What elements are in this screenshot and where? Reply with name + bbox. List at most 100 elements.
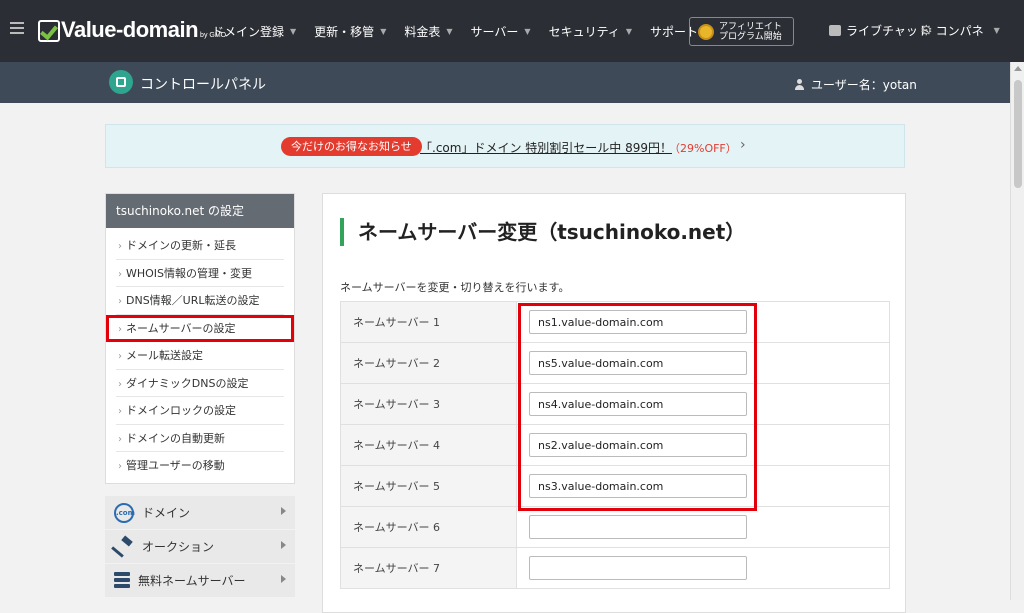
nameserver-4-input[interactable]	[529, 433, 747, 457]
sidebar-item-label: メール転送設定	[126, 349, 203, 362]
affiliate-line1: アフィリエイト	[719, 21, 782, 32]
nav-server[interactable]: サーバー ▼	[471, 23, 531, 40]
chevron-right-icon: ›	[118, 323, 122, 335]
chevron-right-icon[interactable]: ›	[740, 137, 746, 153]
nav-renew-transfer[interactable]: 更新・移管 ▼	[314, 23, 386, 40]
sidebar-item-label: ネームサーバーの設定	[126, 321, 236, 335]
nameserver-label: ネームサーバー 5	[340, 465, 517, 507]
top-nav: Value-domain by GMO ドメイン登録 ▼ 更新・移管 ▼ 料金表 ▼ …	[0, 0, 1024, 62]
live-chat-label: ライブチャット	[846, 24, 930, 38]
category-auction[interactable]: オークション	[105, 530, 295, 563]
table-row: ネームサーバー 2	[340, 342, 890, 384]
nameserver-label: ネームサーバー 1	[340, 301, 517, 343]
nameserver-label: ネームサーバー 7	[340, 547, 517, 589]
hamburger-menu-icon[interactable]	[10, 22, 24, 34]
nameserver-table: ネームサーバー 1 ネームサーバー 2 ネームサーバー 3 ネームサーバー 4 …	[340, 301, 890, 589]
nameserver-cell	[516, 383, 890, 425]
main-nav: ドメイン登録▼ 更新・移管▼ 料金表▼ サーバー▼ セキュリティ▼ サポート▼	[212, 0, 728, 62]
affiliate-button[interactable]: アフィリエイト プログラム開始	[689, 17, 794, 46]
chevron-right-icon: ›	[118, 268, 122, 280]
category-domain[interactable]: .com ドメイン	[105, 496, 295, 529]
sidebar-item-domain-lock[interactable]: › ドメインロックの設定	[116, 397, 284, 425]
sidebar-item-auto-renew[interactable]: › ドメインの自動更新	[116, 425, 284, 452]
caret-down-icon: ▼	[993, 26, 1000, 35]
live-chat-link[interactable]: ライブチャット	[829, 22, 930, 39]
control-panel-label: コンパネ	[935, 24, 984, 38]
table-row: ネームサーバー 6	[340, 506, 890, 548]
logo[interactable]: Value-domain by GMO	[38, 16, 226, 42]
page-scrollbar[interactable]	[1010, 62, 1024, 600]
scrollbar-thumb[interactable]	[1014, 80, 1022, 188]
user-icon	[794, 79, 805, 90]
nameserver-3-input[interactable]	[529, 392, 747, 416]
chat-icon	[829, 25, 841, 36]
sidebar-item-label: ダイナミックDNSの設定	[126, 376, 249, 390]
sidebar-item-label: DNS情報／URL転送の設定	[126, 294, 260, 307]
affiliate-line2: プログラム開始	[719, 31, 782, 42]
nameserver-label: ネームサーバー 4	[340, 424, 517, 466]
nav-label: サーバー	[470, 24, 519, 39]
chevron-right-icon: ›	[118, 241, 122, 252]
notice-banner: 今だけのお得なお知らせ 「.com」ドメイン 特別割引セール中 899円！ （2…	[105, 124, 905, 168]
nameserver-6-input[interactable]	[529, 515, 747, 539]
user-info: ユーザー名：yotan	[794, 76, 917, 93]
nameserver-cell	[516, 465, 890, 507]
nameserver-label: ネームサーバー 3	[340, 383, 517, 425]
sidebar-item-dns[interactable]: › DNS情報／URL転送の設定	[116, 287, 284, 315]
nameserver-cell	[516, 301, 890, 343]
table-row: ネームサーバー 3	[340, 383, 890, 425]
coin-icon	[698, 23, 714, 40]
control-panel-menu[interactable]: ⚙ コンパネ ▼	[920, 22, 1000, 39]
caret-down-icon: ▼	[380, 26, 387, 36]
scroll-up-arrow-icon[interactable]	[1014, 66, 1022, 71]
category-menu: .com ドメイン オークション 無料ネームサーバー	[105, 496, 295, 600]
nameserver-2-input[interactable]	[529, 351, 747, 375]
caret-down-icon: ▼	[524, 26, 531, 36]
nav-security[interactable]: セキュリティ ▼	[549, 23, 632, 40]
nameserver-cell	[516, 424, 890, 466]
nameserver-5-input[interactable]	[529, 474, 747, 498]
sidebar-item-renew[interactable]: › ドメインの更新・延長	[116, 232, 284, 260]
category-label: ドメイン	[142, 506, 191, 520]
table-row: ネームサーバー 1	[340, 301, 890, 343]
table-row: ネームサーバー 7	[340, 547, 890, 589]
affiliate-label: アフィリエイト プログラム開始	[719, 22, 782, 42]
page-title: ネームサーバー変更（tsuchinoko.net）	[340, 218, 745, 246]
triangle-right-icon	[281, 541, 286, 549]
nav-domain-register[interactable]: ドメイン登録 ▼	[212, 23, 296, 40]
domain-settings-sidebar: tsuchinoko.net の設定 › ドメインの更新・延長 › WHOIS情報の…	[105, 193, 295, 484]
sidebar-item-whois[interactable]: › WHOIS情報の管理・変更	[116, 260, 284, 287]
server-icon	[114, 571, 130, 590]
sidebar-item-label: ドメインの更新・延長	[126, 239, 236, 252]
discount-label: （29%OFF）	[669, 142, 737, 155]
nav-pricing[interactable]: 料金表 ▼	[404, 23, 452, 40]
username-label: ユーザー名：yotan	[811, 78, 917, 92]
nameserver-panel: ネームサーバー変更（tsuchinoko.net） ネームサーバーを変更・切り替…	[322, 193, 906, 613]
sidebar-item-label: ドメインロックの設定	[126, 404, 236, 417]
com-globe-icon: .com	[114, 502, 135, 523]
control-panel-icon	[109, 70, 133, 94]
table-row: ネームサーバー 5	[340, 465, 890, 507]
caret-down-icon: ▼	[625, 26, 632, 36]
notice-badge: 今だけのお得なお知らせ	[281, 137, 422, 156]
sale-link[interactable]: 「.com」ドメイン 特別割引セール中 899円！	[420, 139, 672, 156]
sidebar-item-label: WHOIS情報の管理・変更	[126, 266, 253, 280]
table-row: ネームサーバー 4	[340, 424, 890, 466]
nameserver-7-input[interactable]	[529, 556, 747, 580]
sidebar-item-label: ドメインの自動更新	[126, 431, 225, 445]
sidebar-item-mail-forward[interactable]: › メール転送設定	[116, 342, 284, 370]
sidebar-item-label: 管理ユーザーの移動	[126, 459, 225, 472]
nameserver-cell	[516, 547, 890, 589]
nameserver-1-input[interactable]	[529, 310, 747, 334]
category-free-nameserver[interactable]: 無料ネームサーバー	[105, 564, 295, 597]
category-label: 無料ネームサーバー	[138, 574, 246, 588]
sidebar-heading: tsuchinoko.net の設定	[106, 194, 294, 228]
sidebar-item-ddns[interactable]: › ダイナミックDNSの設定	[116, 370, 284, 397]
caret-down-icon: ▼	[290, 26, 297, 36]
control-panel-title[interactable]: コントロールパネル	[140, 74, 266, 94]
sidebar-item-move-user[interactable]: › 管理ユーザーの移動	[116, 452, 284, 480]
settings-menu: › ドメインの更新・延長 › WHOIS情報の管理・変更 › DNS情報／URL転送の…	[106, 228, 294, 480]
nameserver-label: ネームサーバー 2	[340, 342, 517, 384]
sidebar-item-nameserver[interactable]: › ネームサーバーの設定	[106, 314, 294, 342]
triangle-right-icon	[281, 507, 286, 515]
